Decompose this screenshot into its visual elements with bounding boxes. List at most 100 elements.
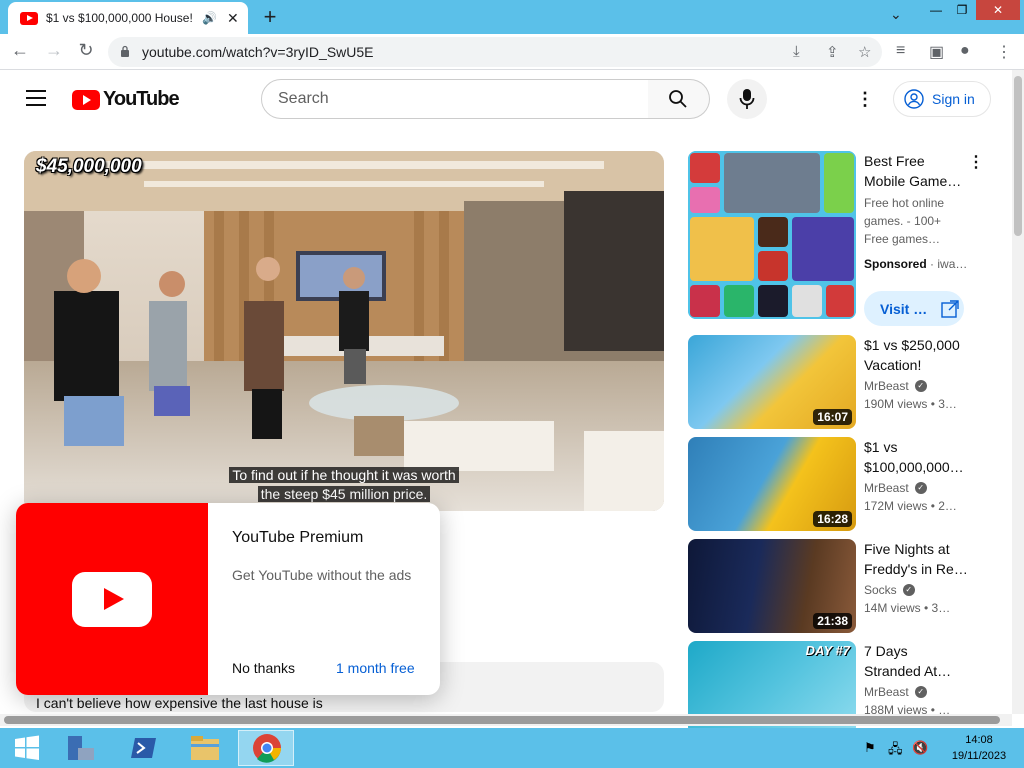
youtube-play-icon bbox=[72, 572, 152, 627]
video-thumbnail[interactable]: 21:38 bbox=[688, 539, 856, 633]
channel-name[interactable]: Socks ✓ bbox=[864, 583, 915, 597]
tab-search-icon[interactable]: ⌄ bbox=[890, 6, 902, 23]
channel-name[interactable]: MrBeast ✓ bbox=[864, 379, 927, 393]
video-title[interactable]: Five Nights at Freddy's in Re… bbox=[864, 539, 968, 579]
minimize-button[interactable]: — bbox=[924, 0, 948, 20]
month-free-button[interactable]: 1 month free bbox=[336, 660, 415, 676]
audio-playing-icon[interactable]: 🔊 bbox=[202, 11, 217, 25]
search-input[interactable]: Search bbox=[261, 79, 649, 119]
restore-button[interactable]: ❐ bbox=[950, 0, 974, 20]
network-icon[interactable]: 🖧 bbox=[888, 740, 903, 762]
powershell-icon[interactable] bbox=[118, 730, 174, 766]
ad-advertiser: · iwa… bbox=[930, 257, 968, 271]
close-window-button[interactable]: ✕ bbox=[976, 0, 1020, 20]
video-duration: 16:07 bbox=[813, 409, 852, 425]
settings-more-icon[interactable]: ⋮ bbox=[856, 88, 874, 110]
vertical-scrollbar[interactable] bbox=[1012, 70, 1024, 714]
action-center-flag-icon[interactable]: ⚑ bbox=[864, 740, 876, 756]
forward-arrow-icon[interactable]: → bbox=[42, 40, 66, 61]
youtube-play-logo-icon bbox=[72, 89, 100, 110]
no-thanks-button[interactable]: No thanks bbox=[232, 660, 295, 676]
video-thumbnail[interactable]: 16:28 bbox=[688, 437, 856, 531]
video-duration: 16:28 bbox=[813, 511, 852, 527]
browser-toolbar: ← → ↻ youtube.com/watch?v=3ryID_SwU5E ⤓ … bbox=[0, 34, 1024, 70]
volume-muted-icon[interactable]: 🔇 bbox=[912, 740, 928, 756]
premium-banner bbox=[16, 503, 208, 695]
media-control-icon[interactable]: ≡ bbox=[896, 42, 905, 60]
bookmark-star-icon[interactable]: ☆ bbox=[858, 43, 871, 61]
video-meta: 14M views • 3… bbox=[864, 601, 951, 615]
sponsored-label: Sponsored bbox=[864, 257, 927, 271]
back-arrow-icon[interactable]: ← bbox=[8, 40, 32, 61]
video-title[interactable]: $1 vs $100,000,000… bbox=[864, 437, 968, 477]
address-bar[interactable]: youtube.com/watch?v=3ryID_SwU5E ⤓ ⇪ ☆ bbox=[108, 37, 882, 67]
lock-icon bbox=[121, 45, 129, 57]
vertical-scroll-thumb[interactable] bbox=[1014, 76, 1022, 236]
new-tab-button[interactable]: + bbox=[258, 4, 282, 30]
premium-title: YouTube Premium bbox=[232, 529, 364, 546]
recommended-video[interactable]: 21:38 Five Nights at Freddy's in Re… Soc… bbox=[688, 539, 1008, 633]
browser-menu-icon[interactable]: ⋮ bbox=[996, 42, 1012, 62]
reload-icon[interactable]: ↻ bbox=[74, 40, 98, 61]
day-seven-overlay: DAY #7 bbox=[805, 643, 850, 658]
comment-preview-text: I can't believe how expensive the last h… bbox=[36, 695, 323, 711]
video-caption: To find out if he thought it was worth t… bbox=[208, 466, 480, 504]
url-text: youtube.com/watch?v=3ryID_SwU5E bbox=[142, 44, 374, 60]
search-icon bbox=[669, 90, 687, 108]
video-title[interactable]: 7 Days Stranded At… bbox=[864, 641, 968, 681]
clock-date: 19/11/2023 bbox=[951, 750, 1007, 762]
verified-check-icon: ✓ bbox=[914, 380, 927, 392]
tab-close-icon[interactable]: ✕ bbox=[227, 10, 239, 27]
youtube-premium-promo: YouTube Premium Get YouTube without the … bbox=[16, 503, 440, 695]
ad-sponsored-line: Sponsored · iwa… bbox=[864, 257, 967, 271]
profile-avatar-icon[interactable]: ● bbox=[960, 42, 970, 60]
premium-subtitle: Get YouTube without the ads bbox=[232, 567, 412, 583]
start-button[interactable] bbox=[2, 730, 58, 766]
caption-line-1: To find out if he thought it was worth bbox=[229, 467, 459, 483]
caption-line-2: the steep $45 million price. bbox=[257, 486, 431, 502]
video-frame bbox=[24, 151, 664, 511]
video-player[interactable] bbox=[24, 151, 664, 511]
sign-in-button[interactable]: Sign in bbox=[893, 81, 991, 117]
visit-label: Visit … bbox=[880, 300, 928, 317]
account-circle-icon bbox=[904, 89, 924, 109]
channel-name[interactable]: MrBeast ✓ bbox=[864, 685, 927, 699]
server-manager-icon[interactable] bbox=[54, 730, 110, 766]
video-thumbnail[interactable]: 16:07 bbox=[688, 335, 856, 429]
visit-advertiser-button[interactable]: Visit … bbox=[864, 291, 964, 326]
install-app-icon[interactable]: ⤓ bbox=[793, 43, 800, 60]
ad-thumbnail[interactable] bbox=[688, 151, 856, 319]
video-title[interactable]: $1 vs $250,000 Vacation! bbox=[864, 335, 968, 375]
microphone-icon bbox=[739, 89, 755, 109]
video-meta: 190M views • 3… bbox=[864, 397, 957, 411]
windows-logo-icon bbox=[15, 735, 39, 760]
external-link-icon bbox=[941, 299, 959, 318]
system-clock[interactable]: 14:08 19/11/2023 bbox=[944, 732, 1014, 764]
horizontal-scrollbar[interactable] bbox=[0, 714, 1012, 726]
side-panel-icon[interactable]: ▣ bbox=[929, 42, 944, 62]
file-explorer-icon[interactable] bbox=[178, 730, 234, 766]
guide-menu-icon[interactable] bbox=[26, 90, 46, 106]
search-button[interactable] bbox=[648, 79, 710, 119]
verified-check-icon: ✓ bbox=[902, 584, 915, 596]
share-icon[interactable]: ⇪ bbox=[826, 43, 839, 61]
windows-taskbar: ⚑ 🖧 🔇 14:08 19/11/2023 bbox=[0, 728, 1024, 768]
horizontal-scroll-thumb[interactable] bbox=[4, 716, 1000, 724]
browser-tab-active[interactable]: $1 vs $100,000,000 House! - 🔊 ✕ bbox=[8, 2, 248, 34]
sign-in-label: Sign in bbox=[932, 91, 975, 107]
ad-description: Free hot online games. - 100+ Free games… bbox=[864, 196, 945, 246]
ad-game-collage bbox=[688, 151, 856, 319]
video-overlay-price: $45,000,000 bbox=[36, 156, 142, 177]
ad-title[interactable]: Best Free Mobile Game… bbox=[864, 151, 964, 191]
chrome-taskbar-icon[interactable] bbox=[238, 730, 294, 766]
youtube-logo[interactable]: YouTube bbox=[72, 88, 180, 111]
voice-search-button[interactable] bbox=[727, 79, 767, 119]
tab-title: $1 vs $100,000,000 House! - bbox=[46, 11, 196, 25]
recommended-video[interactable]: 16:28 $1 vs $100,000,000… MrBeast ✓ 172M … bbox=[688, 437, 1008, 531]
ad-more-actions-icon[interactable]: ⋮ bbox=[968, 152, 984, 172]
channel-name[interactable]: MrBeast ✓ bbox=[864, 481, 927, 495]
recommended-video[interactable]: 16:07 $1 vs $250,000 Vacation! MrBeast ✓ … bbox=[688, 335, 1008, 429]
youtube-logo-text: YouTube bbox=[103, 88, 180, 110]
clock-time: 14:08 bbox=[965, 734, 993, 746]
video-meta: 172M views • 2… bbox=[864, 499, 957, 513]
